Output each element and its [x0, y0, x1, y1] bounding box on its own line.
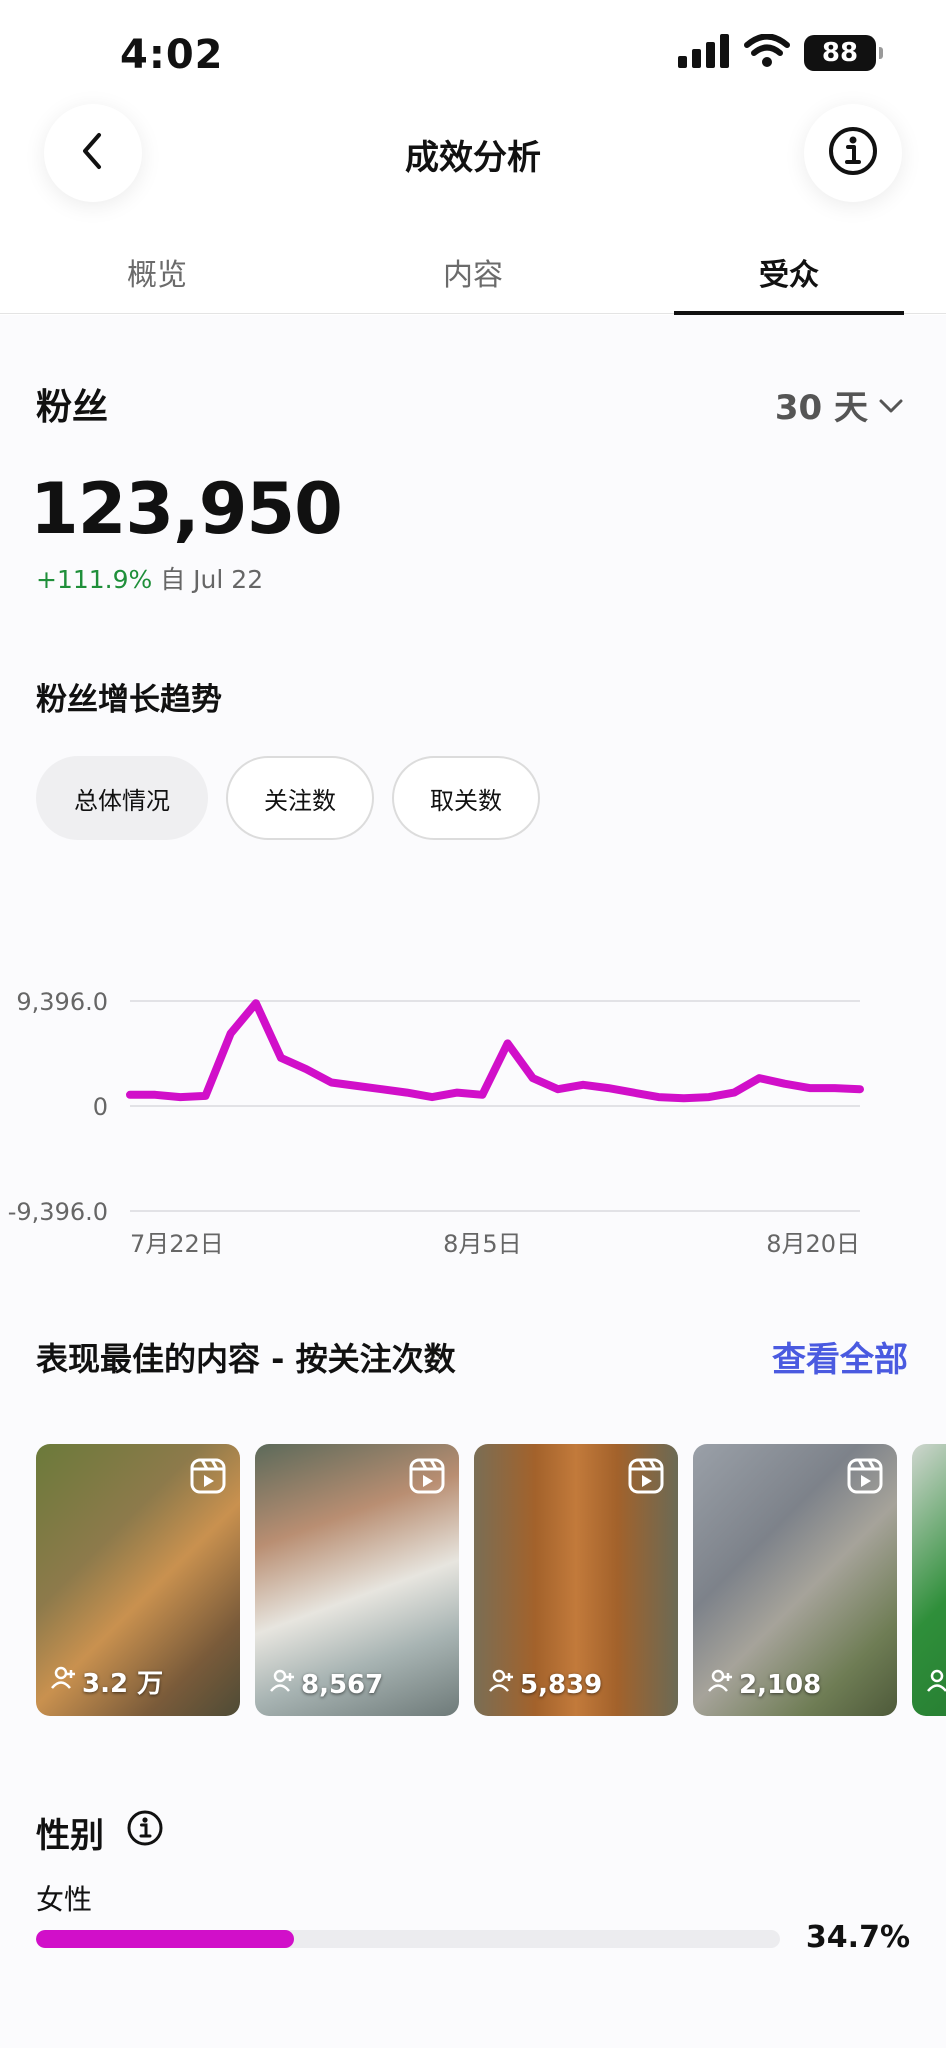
follow-count: 5,839 — [488, 1669, 602, 1700]
status-bar: 4:02 88 — [0, 0, 946, 110]
content-thumbnail[interactable]: 8,567 — [255, 1444, 459, 1716]
followers-icon — [50, 1666, 76, 1697]
followers-icon — [926, 1669, 946, 1700]
followers-change-since: 自 Jul 22 — [160, 565, 264, 594]
growth-title: 粉丝增长趋势 — [36, 682, 222, 718]
followers-change-percent: +111.9% — [36, 565, 153, 594]
female-percent: 34.7% — [805, 1920, 910, 1955]
followers-icon — [269, 1669, 295, 1700]
growth-chart: 9,396.0 0 -9,396.0 7月22日 8月5日 8月20日 — [8, 988, 864, 1258]
followers-icon — [488, 1669, 514, 1700]
status-time: 4:02 — [120, 32, 224, 78]
info-button[interactable] — [804, 104, 902, 202]
status-icons: 88 — [678, 33, 883, 72]
gender-section-title: 性别 — [36, 1808, 164, 1857]
content-thumbnail[interactable]: 2,108 — [693, 1444, 897, 1716]
follow-count-value: 5,839 — [520, 1669, 603, 1700]
info-icon — [827, 125, 879, 181]
period-dropdown[interactable]: 30 天 — [775, 380, 904, 429]
content-thumbnail[interactable] — [912, 1444, 946, 1716]
tab-audience-label: 受众 — [759, 258, 819, 293]
followers-title: 粉丝 — [36, 387, 109, 428]
follow-count: 8,567 — [269, 1669, 383, 1700]
cellular-signal-icon — [678, 34, 730, 72]
follow-count-value: 2,108 — [739, 1669, 822, 1700]
chip-overall[interactable]: 总体情况 — [36, 756, 208, 840]
chart-x-tick-label: 8月5日 — [443, 1230, 522, 1258]
reel-icon — [847, 1458, 883, 1498]
battery-level: 88 — [821, 38, 859, 68]
reel-icon — [190, 1458, 226, 1498]
content-thumbnail[interactable]: 5,839 — [474, 1444, 678, 1716]
female-label: 女性 — [36, 1883, 93, 1916]
top-content-title: 表现最佳的内容 - 按关注次数 — [36, 1340, 456, 1378]
female-progress-fill — [36, 1930, 295, 1948]
follow-count-value: 3.2 万 — [82, 1669, 164, 1699]
chip-follows[interactable]: 关注数 — [226, 756, 374, 840]
followers-icon — [707, 1669, 733, 1700]
follow-count: 2,108 — [707, 1669, 821, 1700]
follow-count — [926, 1669, 946, 1700]
info-icon[interactable] — [126, 1809, 164, 1856]
female-progress-bar — [36, 1930, 780, 1948]
chart-y-axis: 9,396.0 0 -9,396.0 — [8, 988, 108, 1226]
chart-y-tick-label: 0 — [93, 1093, 108, 1121]
followers-change: +111.9% 自 Jul 22 — [36, 560, 263, 596]
wifi-icon — [744, 33, 790, 72]
nav-header: 成效分析 — [0, 100, 946, 210]
chevron-down-icon — [878, 385, 904, 425]
top-content-carousel: 3.2 万 8,567 5,839 2,108 — [36, 1444, 946, 1716]
growth-filter-chips: 总体情况 关注数 取关数 — [36, 756, 540, 840]
follow-count-value: 8,567 — [301, 1669, 384, 1700]
chart-y-tick-label: 9,396.0 — [16, 988, 108, 1016]
tab-content-label: 内容 — [443, 258, 503, 293]
battery-icon: 88 — [804, 35, 883, 71]
chart-y-tick-label: -9,396.0 — [8, 1198, 108, 1226]
reel-icon — [628, 1458, 664, 1498]
tab-content[interactable]: 内容 — [358, 250, 588, 314]
chart-x-axis: 7月22日 8月5日 8月20日 — [130, 1230, 860, 1258]
followers-total: 123,950 — [30, 468, 343, 550]
tab-bar: 概览 内容 受众 — [0, 238, 946, 315]
gender-title: 性别 — [36, 1816, 104, 1856]
period-label: 30 天 — [774, 388, 868, 428]
chart-x-tick-label: 8月20日 — [766, 1230, 860, 1258]
chart-grid — [130, 1000, 860, 1212]
view-all-link[interactable]: 查看全部 — [772, 1332, 908, 1381]
chart-series-line — [126, 999, 864, 1103]
reel-icon — [409, 1458, 445, 1498]
tab-overview-label: 概览 — [127, 258, 187, 293]
content-thumbnail[interactable]: 3.2 万 — [36, 1444, 240, 1716]
chip-unfollows[interactable]: 取关数 — [392, 756, 540, 840]
follow-count: 3.2 万 — [50, 1663, 163, 1700]
tab-audience[interactable]: 受众 — [674, 250, 904, 315]
chart-x-tick-label: 7月22日 — [130, 1230, 224, 1258]
tab-overview[interactable]: 概览 — [42, 250, 272, 314]
